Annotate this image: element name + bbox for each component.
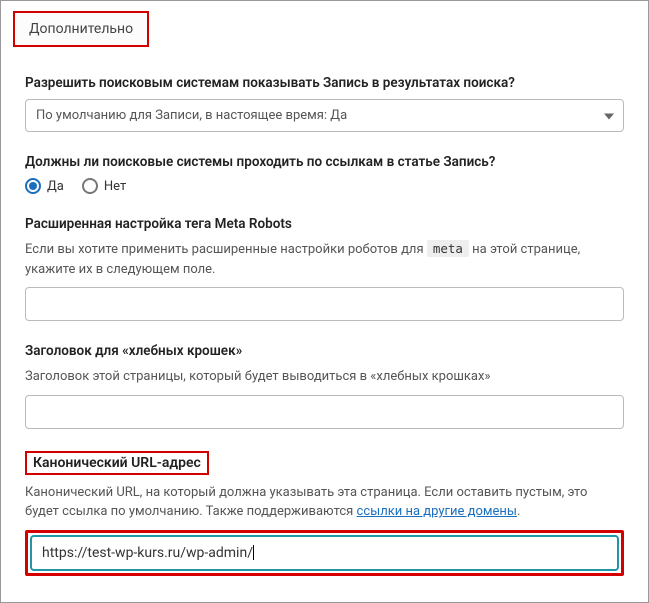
breadcrumbs-input[interactable] [25, 395, 624, 429]
tab-advanced-label: Дополнительно [29, 21, 133, 37]
canonical-input[interactable]: https://test-wp-kurs.ru/wp-admin/ [30, 535, 619, 571]
advanced-panel: Дополнительно Разрешить поисковым систем… [0, 0, 649, 603]
meta-code: meta [427, 240, 469, 257]
breadcrumbs-helper: Заголовок этой страницы, который будет в… [25, 367, 624, 387]
breadcrumbs-section: Заголовок для «хлебных крошек» Заголовок… [25, 343, 624, 429]
radio-yes-input[interactable] [25, 178, 41, 194]
radio-yes-label: Да [47, 179, 64, 194]
follow-links-radios: Да Нет [25, 178, 624, 194]
tab-advanced[interactable]: Дополнительно [13, 11, 149, 47]
allow-search-selected: По умолчанию для Записи, в настоящее вре… [25, 99, 624, 132]
radio-no-input[interactable] [82, 178, 98, 194]
meta-robots-section: Расширенная настройка тега Meta Robots Е… [25, 216, 624, 321]
meta-robots-label: Расширенная настройка тега Meta Robots [25, 216, 624, 232]
canonical-input-highlight: https://test-wp-kurs.ru/wp-admin/ [25, 530, 624, 576]
canonical-crossdomain-link[interactable]: ссылки на другие домены [357, 504, 517, 519]
meta-robots-input[interactable] [25, 287, 624, 321]
canonical-section: Канонический URL-адрес Канонический URL,… [25, 451, 624, 576]
radio-no-label: Нет [104, 179, 126, 194]
canonical-label: Канонический URL-адрес [25, 451, 209, 475]
breadcrumbs-label: Заголовок для «хлебных крошек» [25, 343, 624, 359]
radio-no[interactable]: Нет [82, 178, 126, 194]
follow-links-label: Должны ли поисковые системы проходить по… [25, 154, 624, 170]
panel-content: Разрешить поисковым системам показывать … [1, 47, 648, 586]
allow-search-select[interactable]: По умолчанию для Записи, в настоящее вре… [25, 99, 624, 132]
allow-search-section: Разрешить поисковым системам показывать … [25, 75, 624, 132]
radio-yes[interactable]: Да [25, 178, 64, 194]
allow-search-label: Разрешить поисковым системам показывать … [25, 75, 624, 91]
canonical-helper: Канонический URL, на который должна указ… [25, 483, 624, 522]
meta-robots-helper: Если вы хотите применить расширенные нас… [25, 240, 624, 279]
follow-links-section: Должны ли поисковые системы проходить по… [25, 154, 624, 194]
text-cursor-icon [253, 545, 254, 560]
canonical-input-value: https://test-wp-kurs.ru/wp-admin/ [42, 545, 254, 561]
